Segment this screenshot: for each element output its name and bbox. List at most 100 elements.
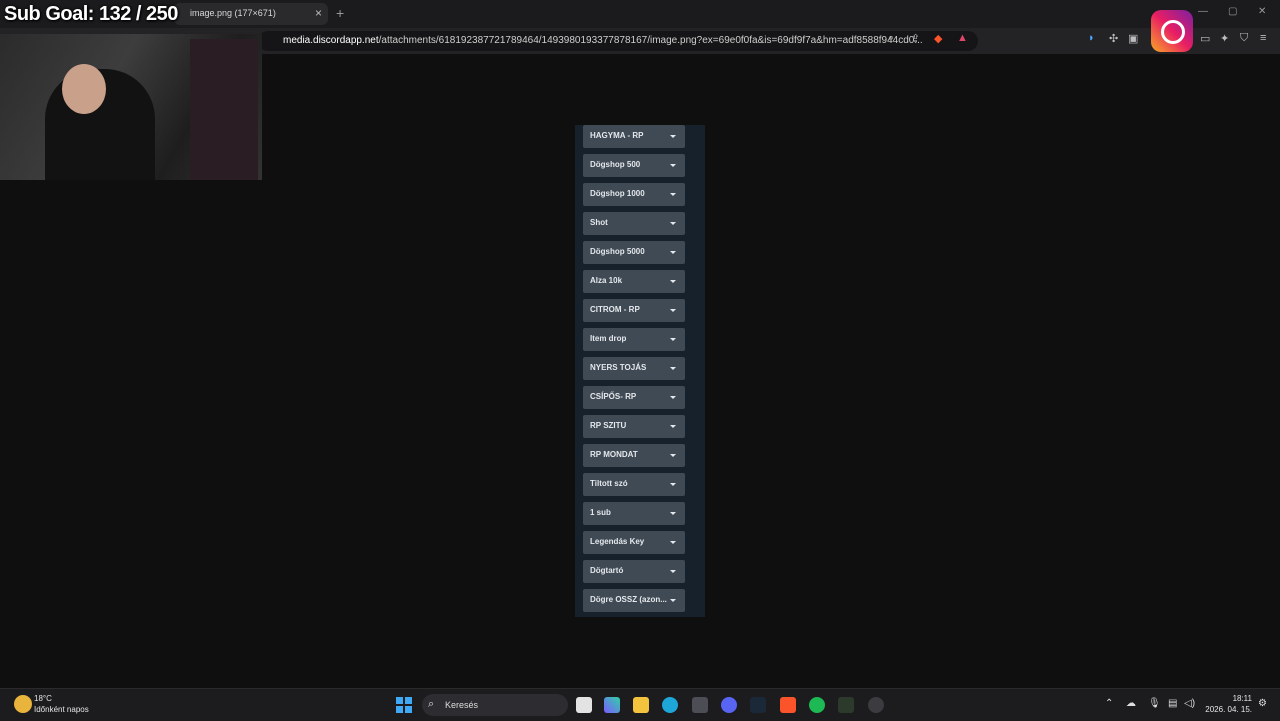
microphone-icon[interactable]: 🎙	[1148, 698, 1161, 709]
menu-item-label: Shot	[590, 218, 608, 227]
system-clock[interactable]: 18:11 2026. 04. 15.	[1200, 693, 1252, 715]
terminal-icon[interactable]	[838, 697, 854, 713]
tab-close-icon[interactable]: ×	[315, 6, 322, 20]
audio-icon[interactable]: ◗	[1088, 32, 1095, 44]
search-placeholder: Keresés	[445, 700, 479, 710]
network-icon[interactable]: ▤	[1168, 698, 1177, 709]
tab-title: image.png (177×671)	[190, 8, 276, 18]
menu-item[interactable]: Item drop	[583, 328, 685, 351]
menu-item[interactable]: Alza 10k	[583, 270, 685, 293]
start-button[interactable]	[396, 697, 412, 713]
menu-icon[interactable]: ≡	[1260, 32, 1266, 44]
browser-tab-bar: image.png (177×671) × + — ▢ ✕	[0, 0, 1280, 28]
edge-icon[interactable]	[662, 697, 678, 713]
menu-item-label: Dögshop 1000	[590, 189, 645, 198]
menu-item[interactable]: Shot	[583, 212, 685, 235]
menu-item[interactable]: HAGYMA - RP	[583, 125, 685, 148]
extensions-icon[interactable]: ✣	[1109, 32, 1118, 45]
caret-down-icon	[670, 512, 676, 515]
menu-item[interactable]: RP SZITU	[583, 415, 685, 438]
taskbar-search[interactable]: ⌕ Keresés	[422, 694, 568, 716]
sidebar-icon[interactable]: ▭	[1200, 32, 1210, 45]
webcam-overlay	[0, 34, 262, 180]
discord-icon[interactable]	[721, 697, 737, 713]
caret-down-icon	[670, 599, 676, 602]
menu-item-label: Dögre OSSZ (azon...	[590, 595, 667, 604]
caret-down-icon	[670, 164, 676, 167]
caret-down-icon	[670, 280, 676, 283]
menu-item[interactable]: Dögtartó	[583, 560, 685, 583]
steam-icon[interactable]	[750, 697, 766, 713]
store-icon[interactable]	[692, 697, 708, 713]
instagram-icon	[1151, 10, 1193, 52]
caret-down-icon	[670, 454, 676, 457]
menu-item[interactable]: Dögshop 1000	[583, 183, 685, 206]
caret-down-icon	[670, 309, 676, 312]
obs-icon[interactable]	[868, 697, 884, 713]
wallet-icon[interactable]: ▣	[1128, 32, 1138, 45]
menu-item-label: NYERS TOJÁS	[590, 363, 647, 372]
leo-ai-icon[interactable]: ✦	[1220, 32, 1229, 45]
menu-item-label: Tiltott szó	[590, 479, 628, 488]
weather-condition[interactable]: Időnként napos	[34, 705, 89, 714]
weather-temperature[interactable]: 18°C	[34, 694, 52, 703]
cloud-icon[interactable]: ☁	[1126, 698, 1136, 709]
tab-image-png[interactable]: image.png (177×671) ×	[174, 3, 328, 25]
menu-item[interactable]: Dögshop 500	[583, 154, 685, 177]
menu-item[interactable]: Legendás Key	[583, 531, 685, 554]
url-path: /attachments/618192387721789464/14939801…	[378, 35, 923, 46]
maximize-icon[interactable]: ▢	[1228, 6, 1237, 17]
menu-item-label: Legendás Key	[590, 537, 645, 546]
image-menu-panel: HAGYMA - RP Dögshop 500 Dögshop 1000 Sho…	[575, 125, 705, 617]
window-close-icon[interactable]: ✕	[1258, 6, 1266, 17]
chevron-up-icon[interactable]: ⌃	[1105, 698, 1113, 709]
url-field[interactable]: media.discordapp.net/attachments/6181923…	[258, 31, 978, 51]
webcam-person-head	[62, 64, 106, 114]
menu-item[interactable]: RP MONDAT	[583, 444, 685, 467]
caret-down-icon	[670, 541, 676, 544]
volume-icon[interactable]: ◁)	[1184, 698, 1195, 709]
menu-item-label: Dögshop 500	[590, 160, 641, 169]
caret-down-icon	[670, 367, 676, 370]
share-icon[interactable]: ⇪	[911, 32, 920, 45]
menu-item-label: RP SZITU	[590, 421, 627, 430]
menu-item[interactable]: CSÍPŐS- RP	[583, 386, 685, 409]
menu-item-label: Alza 10k	[590, 276, 623, 285]
menu-item-label: HAGYMA - RP	[590, 131, 644, 140]
brave-rewards-icon[interactable]: ▲	[957, 32, 968, 44]
folder-icon[interactable]	[633, 697, 649, 713]
menu-item[interactable]: CITROM - RP	[583, 299, 685, 322]
menu-item[interactable]: Dögre OSSZ (azon...	[583, 589, 685, 612]
vpn-icon[interactable]: ⛉	[1240, 32, 1248, 45]
menu-item[interactable]: 1 sub	[583, 502, 685, 525]
caret-down-icon	[670, 251, 676, 254]
new-tab-icon[interactable]: +	[336, 5, 344, 21]
taskbar: 18°C Időnként napos ⌕ Keresés ⌃ ☁ 🎙 ▤ ◁)…	[0, 688, 1280, 721]
spotify-icon[interactable]	[809, 697, 825, 713]
brave-shield-icon[interactable]: ◆	[934, 32, 942, 45]
file-explorer-window-icon[interactable]	[576, 697, 592, 713]
brave-icon[interactable]	[780, 697, 796, 713]
caret-down-icon	[670, 222, 676, 225]
copilot-icon[interactable]	[604, 697, 620, 713]
menu-item-label: Dögtartó	[590, 566, 624, 575]
notification-icon[interactable]: ⚙	[1258, 698, 1267, 709]
caret-down-icon	[670, 338, 676, 341]
search-icon: ⌕	[428, 698, 435, 710]
zoom-icon[interactable]: ⌕	[888, 32, 894, 45]
menu-item[interactable]: Tiltott szó	[583, 473, 685, 496]
menu-item-label: CITROM - RP	[590, 305, 640, 314]
url-host: media.discordapp.net	[283, 35, 379, 46]
weather-icon[interactable]	[14, 695, 32, 713]
menu-item-label: Item drop	[590, 334, 627, 343]
menu-item-label: RP MONDAT	[590, 450, 638, 459]
caret-down-icon	[670, 483, 676, 486]
minimize-icon[interactable]: —	[1198, 6, 1208, 17]
menu-item-label: Dögshop 5000	[590, 247, 645, 256]
menu-item[interactable]: Dögshop 5000	[583, 241, 685, 264]
menu-item[interactable]: NYERS TOJÁS	[583, 357, 685, 380]
clock-time: 18:11	[1232, 694, 1252, 703]
caret-down-icon	[670, 425, 676, 428]
caret-down-icon	[670, 570, 676, 573]
caret-down-icon	[670, 396, 676, 399]
